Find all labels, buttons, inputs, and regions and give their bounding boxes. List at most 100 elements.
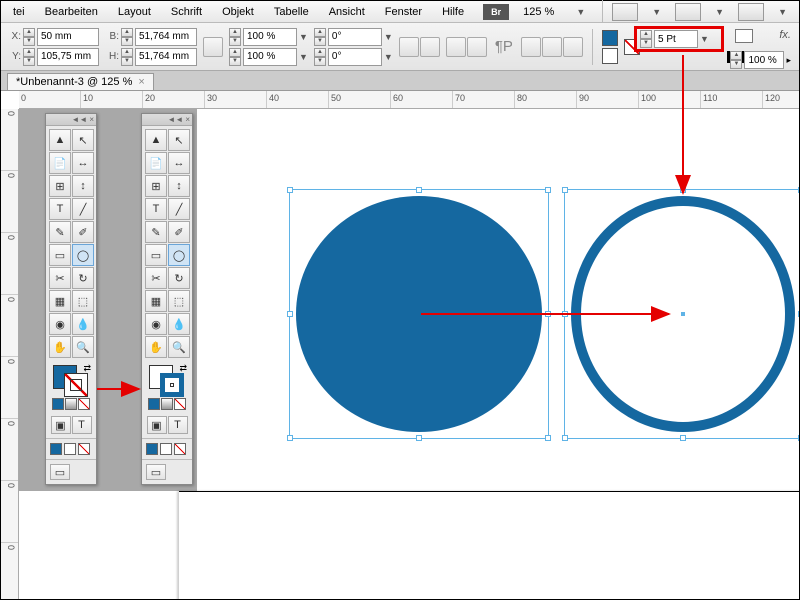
apply-gradient-icon[interactable] (161, 398, 173, 410)
rect-frame-tool[interactable]: ▭ (145, 244, 167, 266)
menu-hilfe[interactable]: Hilfe (434, 3, 472, 21)
rotate-tool[interactable]: ↻ (168, 267, 190, 289)
page-tool[interactable]: 📄 (145, 152, 167, 174)
zoom-display[interactable]: 125 % (515, 3, 562, 21)
y-field[interactable]: 105,75 mm (37, 48, 99, 66)
close-tab-icon[interactable]: × (138, 76, 144, 88)
direct-select-tool[interactable]: ↖ (168, 129, 190, 151)
format-text-icon[interactable]: T (168, 416, 188, 434)
type-tool[interactable]: T (49, 198, 71, 220)
apply-gradient-icon[interactable] (65, 398, 77, 410)
align-2-icon[interactable] (542, 37, 562, 57)
close-icon[interactable]: × (89, 115, 94, 124)
mode-bleed-icon[interactable] (78, 443, 90, 455)
rotate-ccw-icon[interactable] (420, 37, 440, 57)
sx-spinner[interactable]: ▲▼ (229, 28, 241, 46)
fill-stroke-swatch[interactable]: ⇄ (53, 365, 89, 395)
align-1-icon[interactable] (521, 37, 541, 57)
menu-tabelle[interactable]: Tabelle (266, 3, 317, 21)
frame-tool[interactable]: ⬚ (168, 290, 190, 312)
line-tool[interactable]: ╱ (168, 198, 190, 220)
x-field[interactable]: 50 mm (37, 28, 99, 46)
eyedropper-tool[interactable]: 💧 (168, 313, 190, 335)
hand-tool[interactable]: ✋ (49, 336, 71, 358)
content-tool[interactable]: ⊞ (49, 175, 71, 197)
gap-tool[interactable]: ↔ (168, 152, 190, 174)
shear-spinner[interactable]: ▲▼ (314, 48, 326, 66)
rot-spinner[interactable]: ▲▼ (314, 28, 326, 46)
menu-schrift[interactable]: Schrift (163, 3, 210, 21)
page-tool[interactable]: 📄 (49, 152, 71, 174)
zoom-tool[interactable]: 🔍 (72, 336, 94, 358)
opac-spinner[interactable]: ▲▼ (730, 51, 742, 69)
rotation-field[interactable]: 0° (328, 28, 382, 46)
stroke-style-btn[interactable] (735, 29, 753, 43)
sy-spinner[interactable]: ▲▼ (229, 48, 241, 66)
apply-color-icon[interactable] (52, 398, 64, 410)
menu-fenster[interactable]: Fenster (377, 3, 430, 21)
content-tool-2[interactable]: ↕ (72, 175, 94, 197)
fill-stroke-swatch-after[interactable]: ⇄ (149, 365, 185, 395)
pencil-tool[interactable]: ✐ (168, 221, 190, 243)
screen-mode-3[interactable] (738, 3, 764, 21)
flip-h-icon[interactable] (446, 37, 466, 57)
h-field[interactable]: 51,764 mm (135, 48, 197, 66)
rotate-tool[interactable]: ↻ (72, 267, 94, 289)
mode-normal-icon[interactable] (50, 443, 62, 455)
format-container-icon[interactable]: ▣ (51, 416, 71, 434)
eyedropper-tool[interactable]: 💧 (72, 313, 94, 335)
flip-v-icon[interactable] (467, 37, 487, 57)
menu-ansicht[interactable]: Ansicht (321, 3, 373, 21)
zoom-tool[interactable]: 🔍 (168, 336, 190, 358)
paragraph-icon[interactable]: ¶P (495, 38, 513, 55)
collapse-icon[interactable]: ◄◄ (71, 115, 87, 124)
gap-tool[interactable]: ↔ (72, 152, 94, 174)
menu-objekt[interactable]: Objekt (214, 3, 262, 21)
scissors-tool[interactable]: ✂ (145, 267, 167, 289)
document-tab[interactable]: *Unbenannt-3 @ 125 % × (7, 73, 154, 90)
mode-bleed-icon[interactable] (174, 443, 186, 455)
x-spinner[interactable]: ▲▼ (23, 28, 35, 46)
fill-swatch-icon[interactable] (602, 30, 618, 46)
stroked-circle-object[interactable] (564, 189, 799, 439)
mode-preview-icon[interactable] (64, 443, 76, 455)
rect-frame-tool[interactable]: ▭ (49, 244, 71, 266)
scissors-tool[interactable]: ✂ (49, 267, 71, 289)
gradient-tool[interactable]: ◉ (145, 313, 167, 335)
apply-color-icon[interactable] (148, 398, 160, 410)
menu-layout[interactable]: Layout (110, 3, 159, 21)
apply-none-icon[interactable] (78, 398, 90, 410)
grid-tool[interactable]: ▦ (49, 290, 71, 312)
y-spinner[interactable]: ▲▼ (23, 48, 35, 66)
mode-normal-icon[interactable] (146, 443, 158, 455)
apply-none-icon[interactable] (174, 398, 186, 410)
constrain-icon[interactable] (203, 37, 223, 57)
h-spinner[interactable]: ▲▼ (121, 48, 133, 66)
content-tool[interactable]: ⊞ (145, 175, 167, 197)
format-text-icon[interactable]: T (72, 416, 92, 434)
align-3-icon[interactable] (563, 37, 583, 57)
pencil-tool[interactable]: ✐ (72, 221, 94, 243)
pen-tool[interactable]: ✎ (49, 221, 71, 243)
canvas[interactable]: ◄◄× ▲↖ 📄↔ ⊞↕ T╱ ✎✐ ▭◯ ✂↻ ▦⬚ ◉💧 ✋🔍 ⇄ (19, 109, 799, 599)
screen-mode-2[interactable] (675, 3, 701, 21)
close-icon[interactable]: × (185, 115, 190, 124)
frame-tool[interactable]: ⬚ (72, 290, 94, 312)
swap-icon[interactable]: ⇄ (179, 363, 187, 374)
collapse-icon[interactable]: ◄◄ (167, 115, 183, 124)
bridge-button[interactable]: Br (483, 4, 509, 20)
menu-bearbeiten[interactable]: Bearbeiten (37, 3, 106, 21)
menu-datei[interactable]: tei (5, 3, 33, 21)
stroke-spinner[interactable]: ▲▼ (640, 30, 652, 48)
ellipse-tool[interactable]: ◯ (168, 244, 190, 266)
mode-preview-icon[interactable] (160, 443, 172, 455)
shear-field[interactable]: 0° (328, 48, 382, 66)
direct-select-tool[interactable]: ↖ (72, 129, 94, 151)
horizontal-ruler[interactable]: 0102030405060708090100110120 (19, 91, 799, 109)
scale-x-field[interactable]: 100 % (243, 28, 297, 46)
gradient-tool[interactable]: ◉ (49, 313, 71, 335)
vertical-ruler[interactable]: 00000000 (1, 109, 19, 599)
content-tool-2[interactable]: ↕ (168, 175, 190, 197)
type-tool[interactable]: T (145, 198, 167, 220)
opacity-field[interactable]: 100 % (744, 51, 784, 69)
